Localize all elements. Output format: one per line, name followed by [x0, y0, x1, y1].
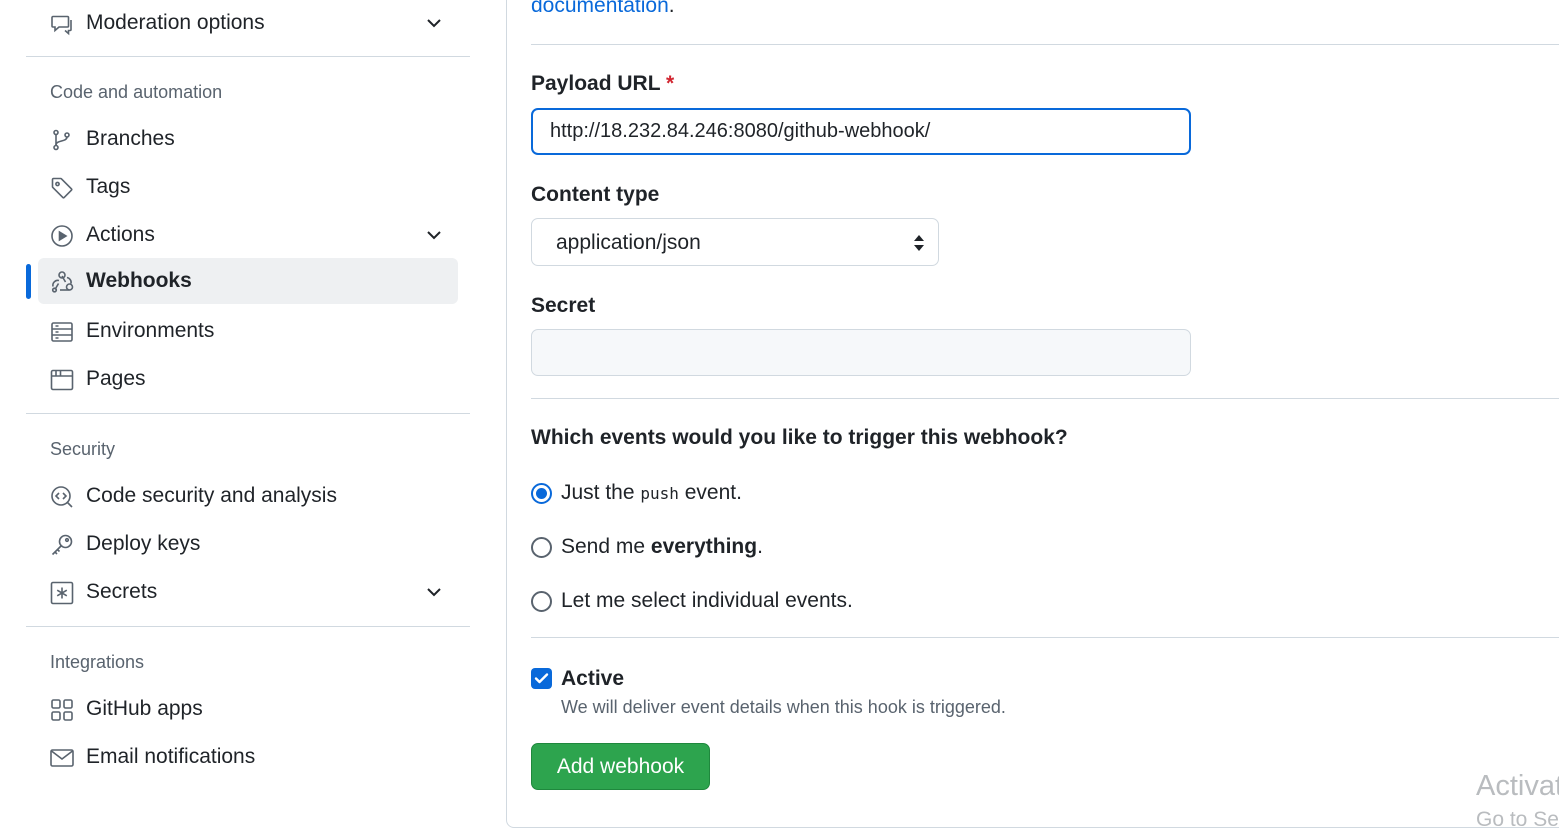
server-icon	[50, 320, 74, 344]
radio-button[interactable]	[531, 537, 552, 558]
sidebar-item-label: Secrets	[86, 580, 158, 603]
git-branch-icon	[50, 128, 74, 152]
event-option-text: .	[757, 535, 763, 558]
sidebar-item-moderation-options[interactable]: Moderation options	[38, 0, 458, 46]
event-option-text: event.	[678, 481, 742, 504]
section-heading-code-and-automation: Code and automation	[50, 82, 223, 102]
sidebar-divider	[26, 413, 470, 414]
sidebar-item-label: Email notifications	[86, 745, 256, 768]
sidebar-item-label: Webhooks	[86, 269, 192, 292]
content-type-value: application/json	[556, 231, 701, 254]
event-option-code: push	[640, 484, 679, 503]
select-arrows-icon	[914, 235, 924, 251]
webhook-icon	[50, 270, 74, 294]
mail-icon	[50, 746, 74, 770]
sidebar-item-pages[interactable]: Pages	[38, 356, 458, 402]
section-heading-security: Security	[50, 439, 116, 459]
active-checkbox[interactable]	[531, 668, 552, 689]
chevron-down-icon[interactable]	[422, 11, 446, 35]
sidebar-item-label: Pages	[86, 367, 146, 390]
secret-label: Secret	[531, 294, 596, 317]
sidebar-item-environments[interactable]: Environments	[38, 308, 458, 354]
sidebar-item-actions[interactable]: Actions	[38, 212, 458, 258]
active-help-text: We will deliver event details when this …	[561, 697, 1006, 717]
event-option-text: Just the	[561, 481, 641, 504]
event-option-text: Send me	[561, 535, 651, 558]
browser-icon	[50, 368, 74, 392]
radio-button-checked[interactable]	[531, 483, 552, 504]
sidebar-item-secrets[interactable]: Secrets	[38, 569, 458, 615]
activation-watermark: Activat	[1476, 770, 1559, 802]
required-mark: *	[666, 72, 675, 95]
activation-watermark-sub: Go to Se	[1476, 808, 1559, 829]
section-divider	[531, 637, 1559, 638]
payload-url-label-text: Payload URL	[531, 72, 661, 95]
content-type-select[interactable]: application/json	[531, 218, 939, 266]
payload-url-input[interactable]	[531, 108, 1191, 155]
sidebar-item-email-notifications[interactable]: Email notifications	[38, 734, 458, 780]
sidebar-item-webhooks[interactable]: Webhooks	[38, 258, 458, 304]
section-divider	[531, 398, 1559, 399]
sidebar-item-label: Environments	[86, 319, 215, 342]
content-type-label: Content type	[531, 183, 660, 206]
event-option-bold: everything	[650, 535, 758, 558]
radio-button[interactable]	[531, 591, 552, 612]
add-webhook-button[interactable]: Add webhook	[531, 743, 710, 790]
section-divider	[531, 44, 1559, 45]
chevron-down-icon[interactable]	[422, 580, 446, 604]
active-label: Active	[561, 667, 625, 690]
report-icon	[50, 12, 74, 36]
documentation-link[interactable]: documentation	[531, 0, 669, 17]
secret-input[interactable]	[531, 329, 1191, 376]
sidebar-item-deploy-keys[interactable]: Deploy keys	[38, 521, 458, 567]
sidebar-divider	[26, 626, 470, 627]
sidebar-item-label: Moderation options	[86, 11, 265, 34]
checkmark-icon	[534, 673, 549, 684]
key-asterisk-icon	[50, 581, 74, 605]
documentation-text: documentation.	[531, 0, 675, 18]
sidebar-item-code-security[interactable]: Code security and analysis	[38, 473, 458, 519]
sidebar-item-branches[interactable]: Branches	[38, 116, 458, 162]
event-option-label: Let me select individual events.	[561, 589, 853, 612]
event-option-label: Just the push event.	[561, 481, 742, 505]
sidebar-item-tags[interactable]: Tags	[38, 164, 458, 210]
documentation-suffix: .	[668, 0, 675, 17]
payload-url-label: Payload URL *	[531, 72, 674, 96]
sidebar-item-label: Branches	[86, 127, 175, 150]
settings-sidebar: Moderation options Code and automation B…	[26, 0, 470, 829]
sidebar-item-label: Code security and analysis	[86, 484, 337, 507]
sidebar-divider	[26, 56, 470, 57]
active-indicator	[26, 264, 31, 299]
sidebar-item-label: Actions	[86, 223, 155, 246]
event-option-label: Send me everything.	[561, 535, 763, 559]
sidebar-item-label: GitHub apps	[86, 697, 203, 720]
section-heading-integrations: Integrations	[50, 652, 145, 672]
apps-icon	[50, 698, 74, 722]
codescan-icon	[50, 485, 74, 509]
play-icon	[50, 224, 74, 248]
key-icon	[50, 533, 74, 557]
sidebar-item-label: Deploy keys	[86, 532, 201, 555]
chevron-down-icon[interactable]	[422, 223, 446, 247]
sidebar-item-github-apps[interactable]: GitHub apps	[38, 686, 458, 732]
tag-icon	[50, 176, 74, 200]
events-question: Which events would you like to trigger t…	[531, 426, 1068, 449]
sidebar-item-label: Tags	[86, 175, 131, 198]
